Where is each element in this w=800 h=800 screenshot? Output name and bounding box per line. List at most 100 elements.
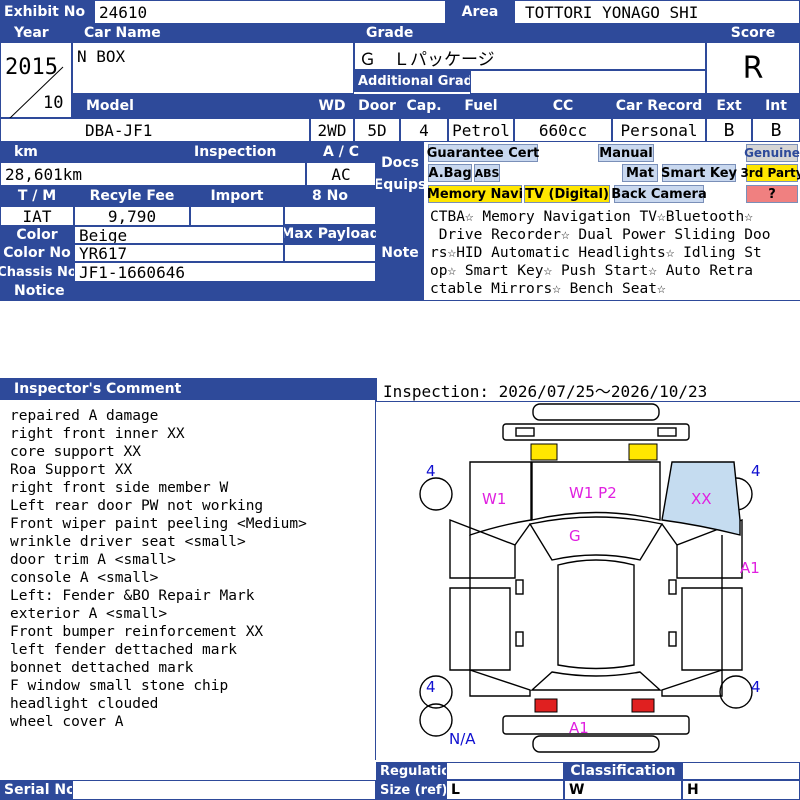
import-value bbox=[190, 206, 284, 226]
year-value: 2015 bbox=[5, 55, 58, 80]
ext-label: Ext bbox=[706, 94, 752, 118]
cap-label: Cap. bbox=[400, 94, 448, 118]
km-label: km bbox=[0, 142, 190, 162]
month-value: 10 bbox=[43, 93, 64, 113]
eight-no-label: 8 No bbox=[284, 186, 376, 206]
exhibit-no-label: Exhibit No bbox=[0, 0, 94, 24]
comment-line: headlight clouded bbox=[10, 696, 159, 712]
comment-line: core support XX bbox=[10, 444, 141, 460]
genuine-tag: Genuine bbox=[744, 144, 800, 162]
tm-label: T / M bbox=[0, 186, 74, 206]
fuel-label: Fuel bbox=[448, 94, 514, 118]
car-name-box: N BOX bbox=[72, 42, 354, 94]
mark-g-windscreen: G bbox=[569, 527, 581, 545]
comment-line: door trim A <small> bbox=[10, 552, 176, 568]
comment-line: repaired A damage bbox=[10, 408, 159, 424]
comment-line: Roa Support XX bbox=[10, 462, 133, 478]
notice-area bbox=[0, 300, 800, 378]
comment-line: Left rear door PW not working bbox=[10, 498, 264, 514]
note-line: op☆ Smart Key☆ Push Start☆ Auto Retra bbox=[430, 263, 754, 279]
km-value: 28,601km bbox=[0, 162, 306, 186]
tm-value: IAT bbox=[0, 206, 74, 226]
int-value: B bbox=[752, 118, 800, 142]
door-value: 5D bbox=[354, 118, 400, 142]
score-label: Score bbox=[706, 24, 800, 42]
comment-line: right front side member W bbox=[10, 480, 229, 496]
classification-label: Classification bbox=[564, 762, 682, 780]
note-label: Note bbox=[376, 206, 424, 300]
grade-value: Ｇ Ｌパッケージ bbox=[359, 50, 495, 70]
mark-xx-right-fender: XX bbox=[691, 490, 712, 508]
area-label: Area bbox=[446, 0, 514, 24]
comment-line: bonnet dettached mark bbox=[10, 660, 194, 676]
size-ref-label: Size (ref) bbox=[376, 780, 446, 800]
ext-value: B bbox=[706, 118, 752, 142]
recycle-fee-value: 9,790 bbox=[74, 206, 190, 226]
equips-panel: Guarantee Cert Manual Genuine A.Bag ABS … bbox=[424, 142, 800, 206]
recycle-fee-label: Recyle Fee bbox=[74, 186, 190, 206]
import-label: Import bbox=[190, 186, 284, 206]
car-diagram-drawing bbox=[419, 403, 753, 753]
mark-a1-rear-bumper: A1 bbox=[569, 719, 589, 737]
serial-no-label: Serial No bbox=[0, 780, 72, 800]
grade-box: Ｇ Ｌパッケージ bbox=[354, 42, 706, 70]
comment-line: F window small stone chip bbox=[10, 678, 229, 694]
mark-a1-right-side: A1 bbox=[740, 559, 760, 577]
regulation-label: Regulation bbox=[376, 762, 446, 780]
inspection-label: Inspection bbox=[190, 142, 306, 162]
inspectors-comment-label: Inspector's Comment bbox=[0, 378, 376, 400]
note-text: CTBA☆ Memory Navigation TV☆Bluetooth☆ Dr… bbox=[424, 206, 800, 300]
area-value: TOTTORI YONAGO SHI bbox=[514, 0, 800, 24]
third-party-tag: 3rd Party bbox=[740, 164, 800, 182]
memory-navi-tag: Memory Navi bbox=[426, 185, 524, 203]
ac-value: AC bbox=[306, 162, 376, 186]
int-label: Int bbox=[752, 94, 800, 118]
year-box: 2015 10 bbox=[0, 42, 72, 119]
mark-tyre-front-right: 4 bbox=[751, 462, 761, 480]
max-payload-label: Max Payload bbox=[284, 224, 376, 244]
note-line: rs☆HID Automatic Headlights☆ Idling St bbox=[430, 245, 762, 261]
comment-line: wrinkle driver seat <small> bbox=[10, 534, 246, 550]
serial-no-value bbox=[72, 780, 376, 800]
notice-label: Notice bbox=[0, 282, 376, 300]
mark-spare-tyre: N/A bbox=[449, 730, 476, 748]
car-record-label: Car Record bbox=[612, 94, 706, 118]
car-record-value: Personal bbox=[612, 118, 706, 142]
additional-grade-label: Additional Grade bbox=[354, 70, 470, 92]
color-label: Color bbox=[0, 226, 74, 244]
size-length: L bbox=[446, 780, 564, 800]
color-no-label: Color No bbox=[0, 244, 74, 262]
back-camera-tag: Back Camera bbox=[611, 185, 707, 203]
note-line: ctable Mirrors☆ Bench Seat☆ bbox=[430, 281, 666, 297]
chassis-no-value: JF1-1660646 bbox=[74, 262, 376, 282]
smart-key-tag: Smart Key bbox=[661, 164, 737, 182]
ac-label: A / C bbox=[306, 142, 376, 162]
mark-tyre-front-left: 4 bbox=[426, 462, 436, 480]
model-label: Model bbox=[72, 94, 310, 118]
score-value: R bbox=[706, 42, 800, 94]
comment-line: console A <small> bbox=[10, 570, 159, 586]
comment-line: wheel cover A bbox=[10, 714, 124, 730]
wd-label: WD bbox=[310, 94, 354, 118]
comment-line: exterior A <small> bbox=[10, 606, 168, 622]
guarantee-cert-tag: Guarantee Cert bbox=[426, 144, 540, 162]
car-name-label: Car Name bbox=[72, 24, 354, 42]
car-name-value: N BOX bbox=[77, 47, 126, 66]
cc-value: 660cc bbox=[514, 118, 612, 142]
eight-no-value bbox=[284, 206, 376, 226]
size-width: W bbox=[564, 780, 682, 800]
model-value: DBA-JF1 bbox=[0, 118, 310, 142]
regulation-value bbox=[446, 762, 564, 780]
mat-tag: Mat bbox=[622, 164, 658, 182]
color-value: Beige bbox=[74, 226, 284, 244]
question-tag: ? bbox=[746, 185, 798, 203]
cap-value: 4 bbox=[400, 118, 448, 142]
additional-grade-value bbox=[470, 70, 706, 94]
mark-tyre-rear-right: 4 bbox=[751, 678, 761, 696]
max-payload-value bbox=[284, 244, 376, 262]
comment-line: right front inner XX bbox=[10, 426, 185, 442]
comment-line: Front wiper paint peeling <Medium> bbox=[10, 516, 307, 532]
tv-digital-tag: TV (Digital) bbox=[524, 185, 610, 203]
abag-tag: A.Bag bbox=[428, 164, 472, 182]
comment-line: Front bumper reinforcement XX bbox=[10, 624, 264, 640]
